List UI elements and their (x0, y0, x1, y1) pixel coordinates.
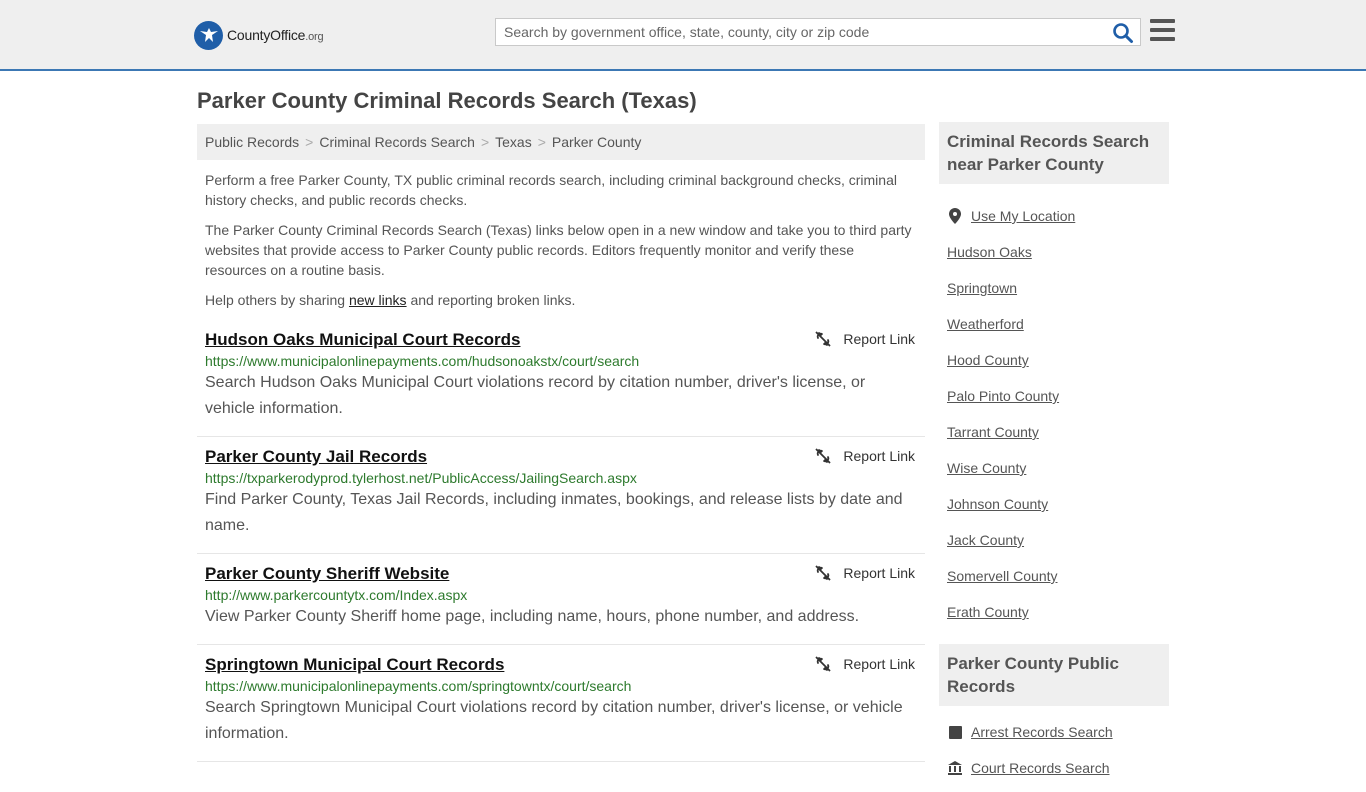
nearby-link-label: Hood County (947, 352, 1029, 368)
breadcrumb: Public Records > Criminal Records Search > T… (197, 124, 925, 160)
report-link-label: Report Link (843, 656, 915, 672)
results-list: Hudson Oaks Municipal Court Records Repo… (197, 326, 925, 762)
breadcrumb-separator: > (537, 134, 546, 150)
breadcrumb-separator: > (480, 134, 490, 150)
breadcrumb-public-records[interactable]: Public Records (205, 134, 299, 150)
broken-link-icon (815, 331, 832, 347)
nearby-link-label: Erath County (947, 604, 1029, 620)
result-item: Parker County Jail Records Report Link h… (197, 437, 925, 554)
intro-help-text-end: and reporting broken links. (406, 292, 576, 308)
public-records-section-title: Parker County Public Records (939, 644, 1169, 706)
arrest-records-link[interactable]: Arrest Records Search (947, 714, 1161, 750)
result-title-link[interactable]: Parker County Sheriff Website (205, 564, 449, 584)
nearby-link-label: Springtown (947, 280, 1018, 296)
result-title-link[interactable]: Springtown Municipal Court Records (205, 655, 504, 675)
nearby-link[interactable]: Wise County (947, 450, 1161, 486)
nearby-link[interactable]: Erath County (947, 594, 1161, 630)
report-link-button[interactable]: Report Link (815, 331, 915, 347)
broken-link-icon (815, 656, 832, 672)
intro-paragraph-2: The Parker County Criminal Records Searc… (205, 222, 912, 278)
courthouse-icon (947, 761, 963, 775)
result-url[interactable]: https://www.municipalonlinepayments.com/… (205, 353, 917, 369)
nearby-link[interactable]: Johnson County (947, 486, 1161, 522)
result-description: Search Hudson Oaks Municipal Court viola… (205, 374, 866, 417)
search-box (495, 18, 1141, 46)
court-records-link[interactable]: Court Records Search (947, 750, 1161, 786)
nearby-link[interactable]: Weatherford (947, 306, 1161, 342)
site-header: CountyOffice.org (0, 0, 1366, 71)
report-link-button[interactable]: Report Link (815, 656, 915, 672)
sidebar: Criminal Records Search near Parker Coun… (939, 122, 1169, 792)
hamburger-menu-icon[interactable] (1150, 19, 1175, 43)
new-links-link[interactable]: new links (349, 292, 407, 308)
logo-text: CountyOffice.org (227, 27, 324, 43)
nearby-link[interactable]: Springtown (947, 270, 1161, 306)
nearby-link-label: Tarrant County (947, 424, 1039, 440)
intro-text: Perform a free Parker County, TX public … (205, 170, 917, 320)
result-description: Find Parker County, Texas Jail Records, … (205, 491, 903, 534)
breadcrumb-parker-county[interactable]: Parker County (552, 134, 641, 150)
court-records-label: Court Records Search (971, 760, 1110, 776)
nearby-link-label: Palo Pinto County (947, 388, 1060, 404)
result-description: Search Springtown Municipal Court violat… (205, 699, 903, 742)
result-title-link[interactable]: Parker County Jail Records (205, 447, 427, 467)
nearby-link-label: Hudson Oaks (947, 244, 1032, 260)
site-logo[interactable]: CountyOffice.org (194, 20, 324, 50)
result-url[interactable]: http://www.parkercountytx.com/Index.aspx (205, 587, 917, 603)
result-url[interactable]: https://www.municipalonlinepayments.com/… (205, 678, 917, 694)
report-link-button[interactable]: Report Link (815, 448, 915, 464)
report-link-label: Report Link (843, 331, 915, 347)
nearby-link-label: Wise County (947, 460, 1027, 476)
arrest-records-icon (947, 725, 963, 739)
use-my-location-link[interactable]: Use My Location (947, 198, 1161, 234)
nearby-link-label: Somervell County (947, 568, 1058, 584)
result-item: Hudson Oaks Municipal Court Records Repo… (197, 326, 925, 437)
result-title-link[interactable]: Hudson Oaks Municipal Court Records (205, 330, 521, 350)
nearby-link[interactable]: Hood County (947, 342, 1161, 378)
nearby-link[interactable]: Tarrant County (947, 414, 1161, 450)
report-link-label: Report Link (843, 565, 915, 581)
result-item: Parker County Sheriff Website Report Lin… (197, 554, 925, 645)
breadcrumb-criminal-records-search[interactable]: Criminal Records Search (319, 134, 475, 150)
nearby-link-label: Weatherford (947, 316, 1024, 332)
logo-main-text: CountyOffice (227, 27, 306, 43)
map-pin-icon (947, 208, 963, 224)
nearby-link[interactable]: Jack County (947, 522, 1161, 558)
nearby-link[interactable]: Hudson Oaks (947, 234, 1161, 270)
result-description: View Parker County Sheriff home page, in… (205, 608, 860, 625)
intro-paragraph-1: Perform a free Parker County, TX public … (205, 172, 897, 208)
search-icon[interactable] (1112, 22, 1134, 44)
result-item: Springtown Municipal Court Records Repor… (197, 645, 925, 762)
public-records-list: Arrest Records Search Court Records Sear… (939, 706, 1169, 792)
page-title: Parker County Criminal Records Search (T… (197, 88, 697, 113)
result-url[interactable]: https://txparkerodyprod.tylerhost.net/Pu… (205, 470, 917, 486)
intro-help-text: Help others by sharing (205, 292, 349, 308)
eagle-seal-icon (194, 20, 223, 50)
broken-link-icon (815, 448, 832, 464)
nearby-link[interactable]: Palo Pinto County (947, 378, 1161, 414)
search-input[interactable] (496, 19, 1096, 45)
report-link-button[interactable]: Report Link (815, 565, 915, 581)
breadcrumb-texas[interactable]: Texas (495, 134, 532, 150)
nearby-link-label: Jack County (947, 532, 1025, 548)
nearby-link[interactable]: Somervell County (947, 558, 1161, 594)
use-my-location-label: Use My Location (971, 208, 1076, 224)
broken-link-icon (815, 565, 832, 581)
nearby-list: Use My Location Hudson Oaks Springtown W… (939, 184, 1169, 636)
intro-paragraph-3: Help others by sharing new links and rep… (205, 290, 917, 310)
logo-suffix-text: .org (305, 31, 324, 43)
arrest-records-label: Arrest Records Search (971, 724, 1113, 740)
breadcrumb-separator: > (305, 134, 314, 150)
nearby-section-title: Criminal Records Search near Parker Coun… (939, 122, 1169, 184)
nearby-link-label: Johnson County (947, 496, 1049, 512)
report-link-label: Report Link (843, 448, 915, 464)
